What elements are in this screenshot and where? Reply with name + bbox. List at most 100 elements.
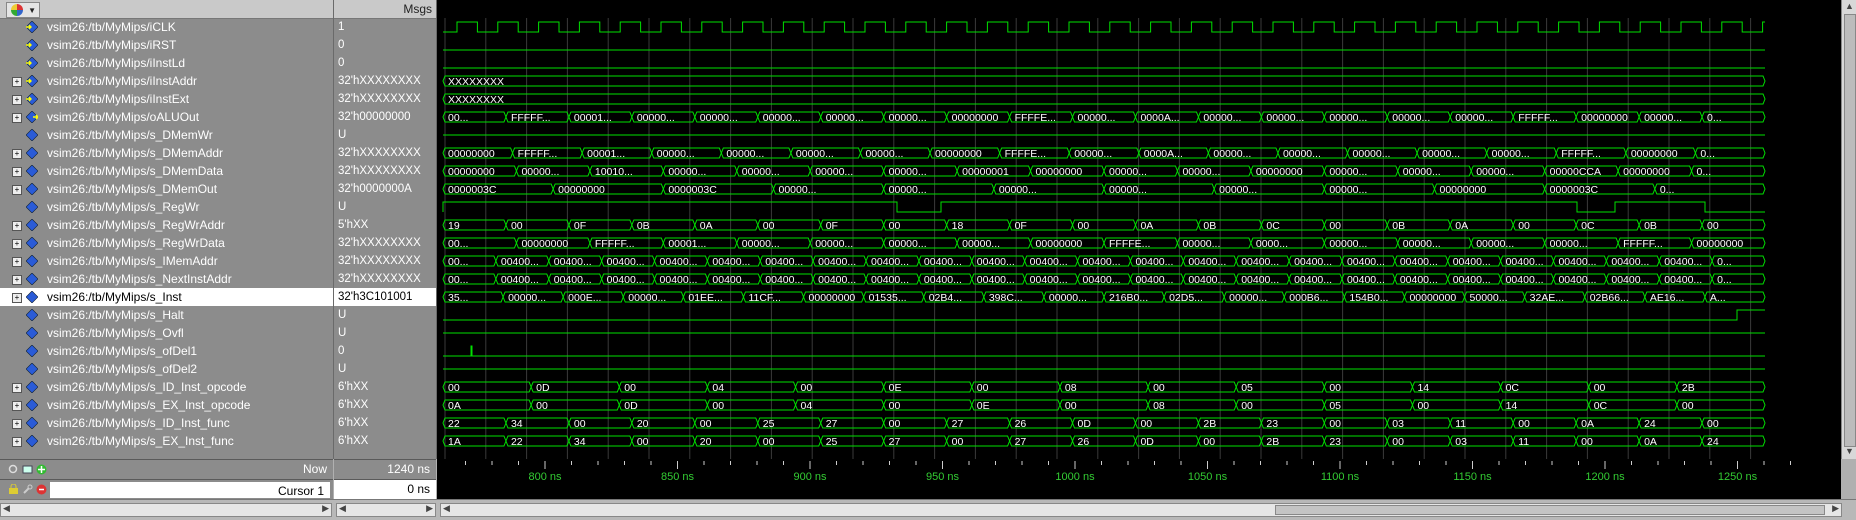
signal-value-cell[interactable]: 32'hXXXXXXXX — [334, 90, 436, 108]
scroll-right-icon[interactable]: ▶ — [1832, 503, 1839, 514]
names-hscrollbar[interactable]: ◀ ▶ — [0, 503, 332, 517]
signal-row[interactable]: + vsim26:/tb/MyMips/s_ID_Inst_func — [0, 414, 333, 432]
expand-icon[interactable]: + — [12, 185, 22, 195]
scroll-left-icon[interactable]: ◀ — [339, 503, 346, 514]
signal-value-cell[interactable]: 32'h00000000 — [334, 108, 436, 126]
signal-row[interactable]: vsim26:/tb/MyMips/s_ofDel1 — [0, 342, 333, 360]
scroll-left-icon[interactable]: ◀ — [3, 503, 10, 514]
signal-value-cell[interactable]: 32'h0000000A — [334, 180, 436, 198]
signal-value-cell[interactable]: 32'hXXXXXXXX — [334, 252, 436, 270]
signal-row[interactable]: + vsim26:/tb/MyMips/s_DMemOut — [0, 180, 333, 198]
signal-row[interactable]: + vsim26:/tb/MyMips/s_DMemAddr — [0, 144, 333, 162]
signal-row[interactable]: vsim26:/tb/MyMips/s_Halt — [0, 306, 333, 324]
expand-icon[interactable]: + — [12, 149, 22, 159]
scroll-down-icon[interactable]: ▼ — [1844, 446, 1855, 457]
expand-icon[interactable]: + — [12, 437, 22, 447]
signal-row[interactable]: + vsim26:/tb/MyMips/iInstAddr — [0, 72, 333, 90]
signal-row[interactable]: vsim26:/tb/MyMips/s_RegWr — [0, 198, 333, 216]
bus-value-label: 0B — [1644, 220, 1657, 232]
wrench-icon[interactable] — [22, 484, 33, 495]
wave-hscroll-thumb[interactable] — [1275, 505, 1825, 515]
signal-row[interactable]: + vsim26:/tb/MyMips/oALUOut — [0, 108, 333, 126]
signal-value-cell[interactable]: 32'hXXXXXXXX — [334, 234, 436, 252]
signal-value-cell[interactable]: 6'hXX — [334, 432, 436, 450]
signal-value-cell[interactable]: 1 — [334, 18, 436, 36]
signal-value: 0 — [338, 57, 345, 69]
signal-value-cell[interactable]: 32'h3C101001 — [334, 288, 436, 306]
scroll-left-icon[interactable]: ◀ — [443, 503, 450, 514]
expand-icon[interactable]: + — [12, 77, 22, 87]
add-cursor-icon[interactable] — [36, 464, 47, 475]
signal-row[interactable]: vsim26:/tb/MyMips/iCLK — [0, 18, 333, 36]
scroll-right-icon[interactable]: ▶ — [322, 503, 329, 514]
signal-row[interactable]: + vsim26:/tb/MyMips/s_NextInstAddr — [0, 270, 333, 288]
signal-value-cell[interactable]: 32'hXXXXXXXX — [334, 162, 436, 180]
scroll-right-icon[interactable]: ▶ — [426, 503, 433, 514]
zoom-icon[interactable] — [8, 464, 19, 475]
signal-row[interactable]: + vsim26:/tb/MyMips/s_EX_Inst_func — [0, 432, 333, 450]
values-hscrollbar[interactable]: ◀ ▶ — [336, 503, 436, 517]
expand-icon[interactable]: + — [12, 167, 22, 177]
wave-menu-button[interactable]: ▼ — [6, 2, 40, 18]
signal-value-cell[interactable]: 6'hXX — [334, 378, 436, 396]
scroll-up-icon[interactable]: ▲ — [1844, 1, 1855, 12]
window-icon[interactable] — [22, 464, 33, 475]
bus-value-label: 00400... — [818, 274, 856, 286]
signal-value-cell[interactable]: U — [334, 126, 436, 144]
bus-value-label: 20 — [700, 436, 712, 448]
signal-row[interactable]: + vsim26:/tb/MyMips/s_RegWrAddr — [0, 216, 333, 234]
expand-icon[interactable]: + — [12, 257, 22, 267]
bus-value-label: 22 — [448, 418, 460, 430]
expand-icon[interactable]: + — [12, 95, 22, 105]
wave-hscrollbar[interactable]: ◀ ▶ — [440, 503, 1842, 517]
vertical-scrollbar[interactable]: ▲ ▼ — [1841, 0, 1856, 459]
time-ruler[interactable]: 800 ns 850 ns 900 ns 950 ns 1000 ns 1050 ns 11… — [437, 459, 1841, 499]
delete-cursor-icon[interactable] — [36, 484, 47, 495]
waveform-canvas[interactable]: XXXXXXXXXXXXXXXX00... FFFFF... 00001... 000… — [437, 0, 1841, 459]
bus-value-label: 00000... — [1476, 166, 1514, 178]
bus-value-label: FFFFF... — [1561, 148, 1601, 160]
signal-value-cell[interactable]: 6'hXX — [334, 414, 436, 432]
signal-value-cell[interactable]: 0 — [334, 342, 436, 360]
signal-value-cell[interactable]: U — [334, 198, 436, 216]
time-ruler-canvas[interactable]: 800 ns 850 ns 900 ns 950 ns 1000 ns 1050 ns 11… — [437, 459, 1841, 499]
signal-value-cell[interactable]: U — [334, 306, 436, 324]
vertical-scroll-thumb[interactable] — [1844, 14, 1856, 447]
expand-icon[interactable]: + — [12, 383, 22, 393]
lock-icon[interactable] — [8, 484, 19, 495]
expand-icon[interactable]: + — [12, 221, 22, 231]
waveform-pane[interactable]: XXXXXXXX XXXXXXXX 00... FFFFF... 00001... 000… — [437, 0, 1841, 459]
signal-row[interactable]: vsim26:/tb/MyMips/iRST — [0, 36, 333, 54]
signal-row[interactable]: vsim26:/tb/MyMips/s_Ovfl — [0, 324, 333, 342]
signal-value-cell[interactable]: 0 — [334, 54, 436, 72]
now-value: 1240 ns — [387, 462, 430, 476]
signal-row[interactable]: + vsim26:/tb/MyMips/s_IMemAddr — [0, 252, 333, 270]
signal-row[interactable]: + vsim26:/tb/MyMips/s_ID_Inst_opcode — [0, 378, 333, 396]
expand-icon[interactable]: + — [12, 401, 22, 411]
expand-icon[interactable]: + — [12, 419, 22, 429]
expand-icon[interactable]: + — [12, 293, 22, 303]
bus-value-label: 00400... — [1241, 256, 1279, 268]
signal-value-cell[interactable]: 32'hXXXXXXXX — [334, 144, 436, 162]
signal-row[interactable]: + vsim26:/tb/MyMips/s_EX_Inst_opcode — [0, 396, 333, 414]
ruler-tick-label: 900 ns — [793, 471, 827, 483]
signal-row[interactable]: + vsim26:/tb/MyMips/s_Inst — [0, 288, 333, 306]
expand-icon[interactable]: + — [12, 275, 22, 285]
expand-icon[interactable]: + — [12, 239, 22, 249]
signal-row[interactable]: + vsim26:/tb/MyMips/s_RegWrData — [0, 234, 333, 252]
signal-value-cell[interactable]: 32'hXXXXXXXX — [334, 270, 436, 288]
signal-row[interactable]: vsim26:/tb/MyMips/s_ofDel2 — [0, 360, 333, 378]
signal-icon — [26, 219, 38, 231]
signal-value-cell[interactable]: U — [334, 360, 436, 378]
cursor-name-field[interactable]: Cursor 1 — [50, 482, 330, 498]
signal-row[interactable]: vsim26:/tb/MyMips/s_DMemWr — [0, 126, 333, 144]
signal-value-cell[interactable]: 5'hXX — [334, 216, 436, 234]
signal-row[interactable]: vsim26:/tb/MyMips/iInstLd — [0, 54, 333, 72]
signal-value-cell[interactable]: 0 — [334, 36, 436, 54]
expand-icon[interactable]: + — [12, 113, 22, 123]
signal-row[interactable]: + vsim26:/tb/MyMips/iInstExt — [0, 90, 333, 108]
signal-value-cell[interactable]: U — [334, 324, 436, 342]
signal-value-cell[interactable]: 6'hXX — [334, 396, 436, 414]
signal-value-cell[interactable]: 32'hXXXXXXXX — [334, 72, 436, 90]
signal-row[interactable]: + vsim26:/tb/MyMips/s_DMemData — [0, 162, 333, 180]
